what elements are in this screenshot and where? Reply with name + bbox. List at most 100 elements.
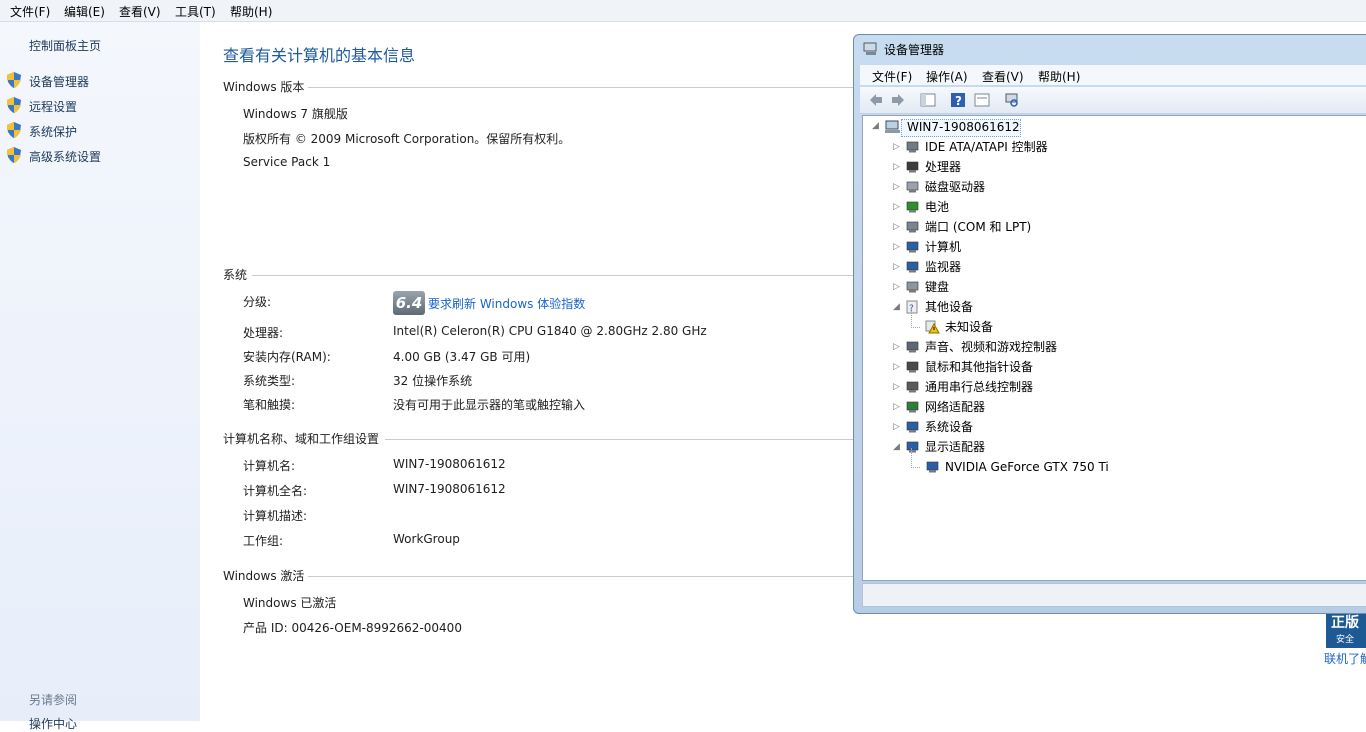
tree-root-computer[interactable]: WIN7-1908061612	[907, 118, 1020, 136]
tree-device-category[interactable]: 电池	[925, 198, 949, 216]
tree-device-category[interactable]: 处理器	[925, 158, 961, 176]
pen-touch-label: 笔和触摸:	[243, 398, 296, 412]
see-also-action-center-link[interactable]: 操作中心	[29, 715, 77, 732]
expand-arrow-icon[interactable]: ▷	[893, 402, 900, 412]
back-arrow-icon[interactable]	[868, 92, 884, 108]
left-pane: 控制面板主页 设备管理器 远程设置 系统保护 高级系统设置 另请参阅 操作中心	[0, 22, 200, 731]
show-hide-console-tree-icon[interactable]	[920, 92, 936, 108]
tree-child-device[interactable]: NVIDIA GeForce GTX 750 Ti	[945, 458, 1109, 476]
experience-index-badge[interactable]: 6.4	[393, 291, 425, 315]
tree-device-category[interactable]: 通用串行总线控制器	[925, 378, 1033, 396]
genuine-badge[interactable]: 正版 安全	[1326, 610, 1366, 648]
shield-icon	[7, 147, 21, 163]
tree-device-category[interactable]: 磁盘驱动器	[925, 178, 985, 196]
tree-device-category[interactable]: 监视器	[925, 258, 961, 276]
experience-index-link[interactable]: 要求刷新 Windows 体验指数	[428, 295, 585, 312]
shield-icon	[7, 97, 21, 113]
divider	[385, 439, 853, 440]
tree-device-category[interactable]: 鼠标和其他指针设备	[925, 358, 1033, 376]
dm-menu-action[interactable]: 操作(A)	[926, 68, 968, 85]
task-remote-settings-link[interactable]: 远程设置	[29, 98, 77, 115]
tree-device-category[interactable]: 其他设备	[925, 298, 973, 316]
description-label: 计算机描述:	[243, 509, 308, 523]
tree-device-category[interactable]: 显示适配器	[925, 438, 985, 456]
product-id: 产品 ID: 00426-OEM-8992662-00400	[243, 621, 462, 635]
tree-device-category[interactable]: 网络适配器	[925, 398, 985, 416]
dm-menu-help[interactable]: 帮助(H)	[1038, 68, 1080, 85]
dm-menu-file[interactable]: 文件(F)	[872, 68, 912, 85]
expand-arrow-icon[interactable]: ▷	[893, 422, 900, 432]
tree-device-category[interactable]: IDE ATA/ATAPI 控制器	[925, 138, 1048, 156]
tree-device-category[interactable]: 声音、视频和游戏控制器	[925, 338, 1057, 356]
collapse-arrow-icon[interactable]: ◢	[893, 302, 900, 312]
device-tree: ◢ WIN7-1908061612 ▷ IDE ATA/ATAPI 控制器 ▷ 处理器…	[862, 115, 1366, 581]
expand-arrow-icon[interactable]: ▷	[893, 242, 900, 252]
tree-device-category[interactable]: 端口 (COM 和 LPT)	[925, 218, 1031, 236]
computer-name-value: WIN7-1908061612	[393, 457, 506, 471]
device-manager-toolbar: ?	[860, 87, 1366, 114]
computer-root-icon	[885, 120, 900, 133]
port-icon	[906, 221, 919, 233]
menu-view[interactable]: 查看(V)	[119, 3, 161, 20]
shield-icon	[7, 72, 21, 88]
keyboard-icon	[906, 281, 919, 293]
expand-arrow-icon[interactable]: ▷	[893, 342, 900, 352]
task-device-manager-link[interactable]: 设备管理器	[29, 73, 89, 90]
disk-drive-icon	[906, 181, 919, 193]
windows-edition-header: Windows 版本	[223, 80, 305, 94]
scan-hardware-icon[interactable]	[1004, 92, 1020, 108]
full-name-value: WIN7-1908061612	[393, 482, 506, 496]
expand-arrow-icon[interactable]: ▷	[893, 382, 900, 392]
expand-arrow-icon[interactable]: ▷	[893, 142, 900, 152]
shield-icon	[7, 122, 21, 138]
menu-tools[interactable]: 工具(T)	[175, 3, 216, 20]
genuine-learn-more-link[interactable]: 联机了解	[1324, 650, 1366, 667]
copyright-text: 版权所有 © 2009 Microsoft Corporation。保留所有权利…	[243, 132, 571, 146]
collapse-arrow-icon[interactable]: ◢	[872, 121, 879, 131]
tree-connector-line	[911, 308, 920, 328]
task-advanced-settings-link[interactable]: 高级系统设置	[29, 148, 101, 165]
device-manager-window[interactable]: 设备管理器 文件(F) 操作(A) 查看(V) 帮助(H) ? ◢ WIN7-1…	[853, 34, 1366, 614]
collapse-arrow-icon[interactable]: ◢	[893, 442, 900, 452]
expand-arrow-icon[interactable]: ▷	[893, 222, 900, 232]
help-icon[interactable]: ?	[950, 92, 966, 108]
tree-connector-line	[911, 448, 920, 468]
usb-icon	[906, 381, 919, 393]
divider	[308, 87, 853, 88]
expand-arrow-icon[interactable]: ▷	[893, 202, 900, 212]
task-system-protection-link[interactable]: 系统保护	[29, 123, 77, 140]
dm-menu-view[interactable]: 查看(V)	[982, 68, 1024, 85]
sound-icon	[906, 341, 919, 353]
rating-label: 分级:	[243, 295, 272, 309]
expand-arrow-icon[interactable]: ▷	[893, 282, 900, 292]
tree-device-category[interactable]: 计算机	[925, 238, 961, 256]
unknown-device-warning-icon	[925, 320, 940, 334]
computer-icon	[906, 241, 919, 253]
device-manager-menu-bar: 文件(F) 操作(A) 查看(V) 帮助(H)	[860, 65, 1366, 85]
expand-arrow-icon[interactable]: ▷	[893, 162, 900, 172]
mouse-icon	[906, 361, 919, 373]
status-bar	[862, 583, 1366, 607]
menu-file[interactable]: 文件(F)	[10, 3, 50, 20]
page-title: 查看有关计算机的基本信息	[223, 46, 416, 65]
tree-device-category[interactable]: 系统设备	[925, 418, 973, 436]
menu-help[interactable]: 帮助(H)	[230, 3, 272, 20]
svg-text:?: ?	[955, 94, 962, 108]
properties-icon[interactable]	[974, 92, 990, 108]
tree-device-category[interactable]: 键盘	[925, 278, 949, 296]
system-device-icon	[906, 421, 919, 433]
forward-arrow-icon[interactable]	[890, 92, 906, 108]
service-pack: Service Pack 1	[243, 155, 331, 169]
edition-name: Windows 7 旗舰版	[243, 107, 348, 121]
full-name-label: 计算机全名:	[243, 484, 308, 498]
divider	[308, 576, 853, 577]
menu-edit[interactable]: 编辑(E)	[64, 3, 105, 20]
expand-arrow-icon[interactable]: ▷	[893, 262, 900, 272]
computer-name-label: 计算机名:	[243, 459, 296, 473]
control-panel-home-link[interactable]: 控制面板主页	[29, 37, 101, 54]
expand-arrow-icon[interactable]: ▷	[893, 362, 900, 372]
tree-child-device[interactable]: 未知设备	[945, 318, 993, 336]
ram-value: 4.00 GB (3.47 GB 可用)	[393, 350, 531, 364]
expand-arrow-icon[interactable]: ▷	[893, 182, 900, 192]
network-adapter-icon	[906, 401, 919, 413]
